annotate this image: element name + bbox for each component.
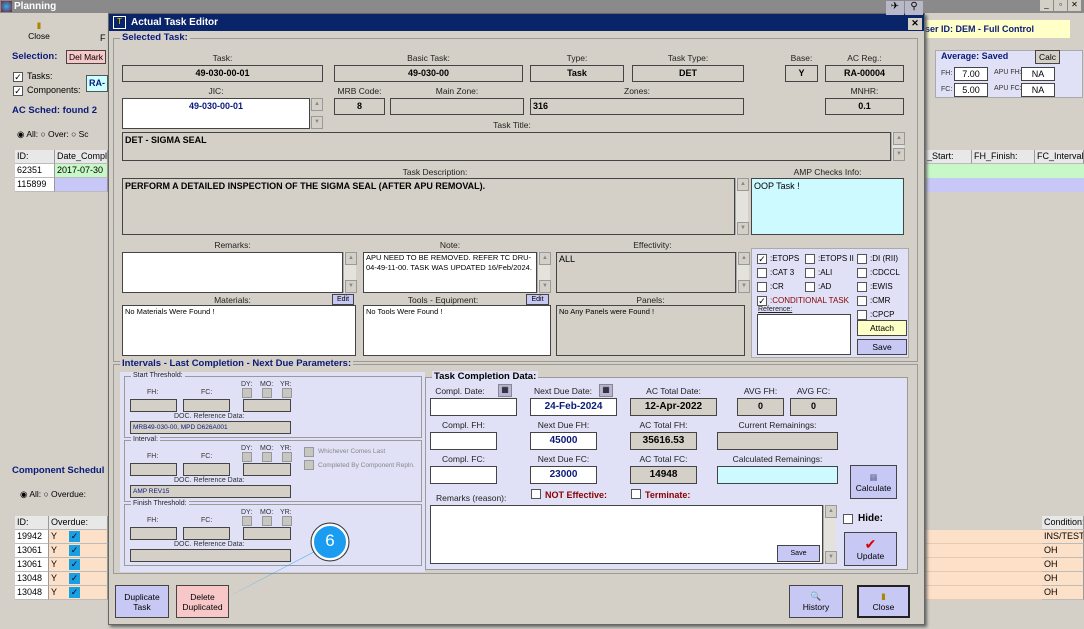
callout-pointer [222, 522, 350, 600]
callout-number: 6 [325, 531, 335, 550]
